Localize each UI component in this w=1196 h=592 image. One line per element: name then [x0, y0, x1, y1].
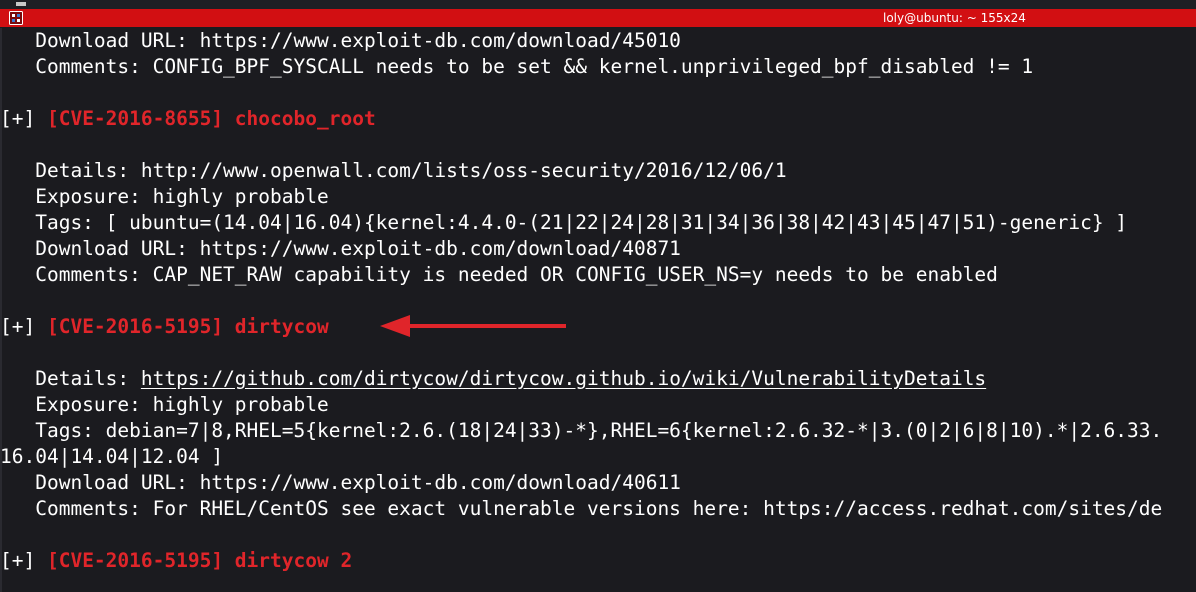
- terminal-line: Download URL: https://www.exploit-db.com…: [0, 28, 681, 54]
- terminal-text: Comments: CAP_NET_RAW capability is need…: [0, 263, 998, 286]
- details-link[interactable]: https://github.com/dirtycow/dirtycow.git…: [141, 367, 986, 390]
- terminal-text: Exposure: highly probable: [0, 185, 329, 208]
- terminal-text: Details: http://www.openwall.com/lists/o…: [0, 159, 787, 182]
- terminal-line: [+] [CVE-2016-8655] chocobo_root: [0, 106, 376, 132]
- terminal-text: Exposure: highly probable: [0, 393, 329, 416]
- terminal-line: Download URL: https://www.exploit-db.com…: [0, 236, 681, 262]
- terminal-line: 16.04|14.04|12.04 ]: [0, 444, 223, 470]
- terminal-line: Details: http://www.openwall.com/lists/o…: [0, 158, 787, 184]
- terminal-output[interactable]: Download URL: https://www.exploit-db.com…: [0, 28, 1196, 592]
- terminal-line: Comments: CONFIG_BPF_SYSCALL needs to be…: [0, 54, 1033, 80]
- terminal-title-bar[interactable]: loly@ubuntu: ~ 155x24: [0, 9, 1196, 27]
- terminal-text: Download URL: https://www.exploit-db.com…: [0, 29, 681, 52]
- terminal-text: Details:: [0, 367, 141, 390]
- cve-heading: [CVE-2016-8655] chocobo_root: [46, 107, 376, 130]
- terminal-line: Comments: CAP_NET_RAW capability is need…: [0, 262, 998, 288]
- terminal-line: Tags: [ ubuntu=(14.04|16.04){kernel:4.4.…: [0, 210, 1127, 236]
- terminal-icon[interactable]: [9, 11, 23, 25]
- terminal-text: [+]: [0, 549, 47, 572]
- terminal-line: Exposure: highly probable: [0, 392, 329, 418]
- terminal-line: Comments: For RHEL/CentOS see exact vuln…: [0, 496, 1162, 522]
- terminal-line: Details: https://github.com/dirtycow/dir…: [0, 366, 986, 392]
- terminal-text: Download URL: https://www.exploit-db.com…: [0, 471, 681, 494]
- window-title: loly@ubuntu: ~ 155x24: [883, 11, 1026, 25]
- terminal-line: Download URL: https://www.exploit-db.com…: [0, 470, 681, 496]
- terminal-text: Comments: CONFIG_BPF_SYSCALL needs to be…: [0, 55, 1034, 78]
- terminal-text: Tags: debian=7|8,RHEL=5{kernel:2.6.(18|2…: [0, 419, 1163, 442]
- cve-heading: [CVE-2016-5195] dirtycow 2: [46, 549, 353, 572]
- left-arrow-icon: [380, 315, 566, 337]
- terminal-text: Comments: For RHEL/CentOS see exact vuln…: [0, 497, 1163, 520]
- window-grip: [16, 2, 26, 6]
- terminal-text: Tags: [ ubuntu=(14.04|16.04){kernel:4.4.…: [0, 211, 1128, 234]
- top-strip: [0, 0, 1196, 9]
- terminal-line: [+] [CVE-2016-5195] dirtycow: [0, 314, 329, 340]
- terminal-line: Exposure: highly probable: [0, 184, 329, 210]
- cve-heading: [CVE-2016-5195] dirtycow: [46, 315, 329, 338]
- terminal-text: [+]: [0, 315, 47, 338]
- terminal-text: Download URL: https://www.exploit-db.com…: [0, 237, 681, 260]
- terminal-text: [+]: [0, 107, 47, 130]
- terminal-text: 16.04|14.04|12.04 ]: [0, 445, 224, 468]
- terminal-line: Tags: debian=7|8,RHEL=5{kernel:2.6.(18|2…: [0, 418, 1162, 444]
- terminal-line: [+] [CVE-2016-5195] dirtycow 2: [0, 548, 352, 574]
